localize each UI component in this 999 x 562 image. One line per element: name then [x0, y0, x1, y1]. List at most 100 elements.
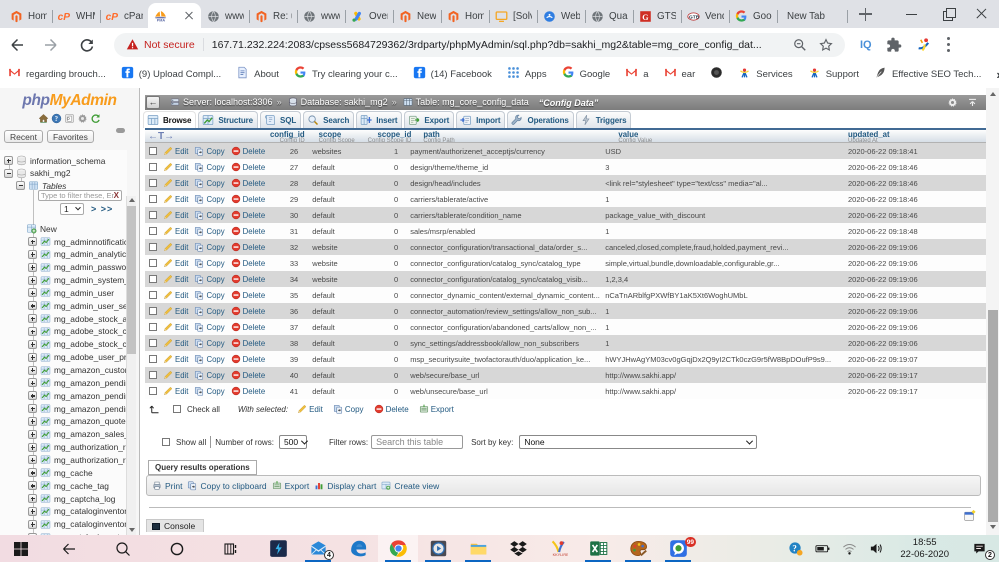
tree-item-label[interactable]: mg_amazon_custome — [54, 365, 127, 375]
explorer-taskbar-icon[interactable] — [458, 535, 498, 562]
tree-expander-icon[interactable] — [28, 417, 37, 426]
edit-link[interactable]: Edit — [163, 354, 188, 364]
tree-page-links[interactable]: > >> — [91, 204, 113, 214]
notifications-button[interactable]: 2 — [959, 535, 999, 562]
bulk-copy-link[interactable]: Copy — [333, 404, 364, 414]
open-new-window-icon[interactable] — [963, 509, 976, 522]
show-all-label[interactable]: Show all — [176, 438, 206, 447]
tree-page-select[interactable]: 1 — [60, 203, 84, 215]
row-checkbox[interactable] — [149, 307, 157, 315]
row-checkbox[interactable] — [149, 291, 157, 299]
tree-item[interactable]: New — [26, 222, 57, 235]
tree-expander-icon[interactable] — [28, 276, 37, 285]
task-view-button[interactable] — [204, 535, 258, 562]
delete-link[interactable]: Delete — [231, 162, 266, 172]
delete-link[interactable]: Delete — [231, 306, 266, 316]
edit-link[interactable]: Edit — [163, 210, 188, 220]
copy-link[interactable]: Copy — [194, 210, 224, 220]
browser-tab[interactable]: [Solv — [489, 4, 537, 28]
dropbox-taskbar-icon[interactable] — [498, 535, 538, 562]
settings-gear-icon[interactable] — [947, 97, 958, 108]
number-of-rows-select[interactable]: 500 — [279, 435, 307, 449]
bookmark-item[interactable]: Try clearing your c... — [294, 66, 398, 84]
close-button[interactable] — [964, 0, 999, 28]
query-op-export-link[interactable]: Export — [272, 480, 310, 491]
delete-link[interactable]: Delete — [231, 370, 266, 380]
browser-tab[interactable]: www — [297, 4, 345, 28]
row-checkbox[interactable] — [149, 339, 157, 347]
query-op-print-link[interactable]: Print — [152, 480, 182, 491]
browser-tab[interactable]: New Tab — [777, 4, 847, 28]
tree-expander-icon[interactable] — [28, 443, 37, 452]
bird-taskbar-icon[interactable] — [538, 535, 578, 562]
pma-tab-search[interactable]: Search — [303, 111, 354, 128]
tree-item-label[interactable]: information_schema — [30, 156, 105, 166]
edit-link[interactable]: Edit — [163, 178, 188, 188]
zoom-icon[interactable] — [793, 38, 807, 52]
copy-link[interactable]: Copy — [194, 354, 224, 364]
tree-item-label[interactable]: mg_amazon_quote — [54, 416, 126, 426]
delete-link[interactable]: Delete — [231, 274, 266, 284]
copy-link[interactable]: Copy — [194, 242, 224, 252]
docs-icon[interactable] — [64, 113, 75, 124]
bookmark-item[interactable]: a — [625, 66, 648, 84]
tree-item-label[interactable]: mg_cataloginventory_ — [54, 519, 127, 529]
row-checkbox[interactable] — [149, 195, 157, 203]
not-secure-label[interactable]: Not secure — [144, 39, 195, 51]
copy-link[interactable]: Copy — [194, 274, 224, 284]
refresh-icon[interactable] — [90, 113, 101, 124]
bookmark-item[interactable]: Effective SEO Tech... — [874, 66, 981, 84]
tree-expander-icon[interactable] — [28, 250, 37, 259]
browser-tab[interactable]: Vend — [681, 4, 729, 28]
delete-link[interactable]: Delete — [231, 386, 266, 396]
tree-item-label[interactable]: mg_cache_tag — [54, 481, 109, 491]
tree-item[interactable]: mg_adminnotification_ — [28, 235, 127, 248]
settings-icon[interactable] — [77, 113, 88, 124]
bookmark-item[interactable]: About — [236, 66, 279, 84]
tree-item-label[interactable]: mg_adobe_stock_asse — [54, 314, 127, 324]
row-checkbox[interactable] — [149, 387, 157, 395]
pma-tab-export[interactable]: Export — [404, 111, 454, 128]
volume-icon[interactable] — [863, 535, 890, 562]
tree-item-label[interactable]: mg_cataloginventory_ — [54, 506, 127, 516]
excel-taskbar-icon[interactable] — [578, 535, 618, 562]
browser-tab[interactable]: Hom — [441, 4, 489, 28]
sort-by-key-select[interactable]: None — [519, 435, 757, 449]
delete-link[interactable]: Delete — [231, 338, 266, 348]
main-scroll-thumb[interactable] — [988, 310, 998, 522]
row-checkbox[interactable] — [149, 355, 157, 363]
reload-button[interactable] — [74, 32, 100, 58]
show-all-checkbox[interactable] — [162, 438, 170, 446]
breadcrumb-back-button[interactable]: ← — [146, 96, 160, 109]
delete-link[interactable]: Delete — [231, 242, 266, 252]
tree-item[interactable]: mg_amazon_pending_ — [28, 402, 127, 415]
tree-item-label[interactable]: mg_authorization_role — [54, 442, 127, 452]
bookmark-item[interactable]: Services — [738, 66, 792, 84]
browser-tab[interactable]: Over — [345, 4, 393, 28]
edit-link[interactable]: Edit — [163, 226, 188, 236]
column-header-path[interactable]: pathConfig Path — [418, 130, 614, 142]
pma-tab-operations[interactable]: Operations — [507, 111, 573, 128]
edit-link[interactable]: Edit — [163, 274, 188, 284]
row-checkbox[interactable] — [149, 147, 157, 155]
tree-item-label[interactable]: mg_admin_system_m — [54, 275, 127, 285]
not-secure-warning-icon[interactable] — [126, 38, 139, 51]
tree-expander-icon[interactable] — [16, 181, 25, 190]
pma-tab-sql[interactable]: SQL — [260, 111, 301, 128]
address-bar[interactable]: Not secure 167.71.232.224:2083/cpsess568… — [114, 33, 845, 57]
tree-expander-icon[interactable] — [4, 156, 13, 165]
bookmark-star-icon[interactable] — [819, 38, 833, 52]
maximize-button[interactable] — [929, 0, 964, 28]
tree-item-label[interactable]: mg_admin_analytics_u — [54, 249, 127, 259]
sidebar-scroll-thumb[interactable] — [127, 206, 136, 354]
minimize-button[interactable] — [894, 0, 929, 28]
tree-expander-icon[interactable] — [28, 378, 37, 387]
tree-expander-icon[interactable] — [28, 288, 37, 297]
table-corner-label[interactable]: ←T→ — [145, 133, 174, 141]
pma-logo[interactable]: phpMyAdmin — [0, 88, 139, 110]
edit-link[interactable]: Edit — [163, 258, 188, 268]
tree-item-label[interactable]: mg_admin_user_sessi — [54, 301, 127, 311]
bookmark-item[interactable]: regarding brouch... — [8, 66, 106, 84]
copy-link[interactable]: Copy — [194, 322, 224, 332]
breadcrumb-segment[interactable]: Server: localhost:3306 — [183, 97, 273, 107]
